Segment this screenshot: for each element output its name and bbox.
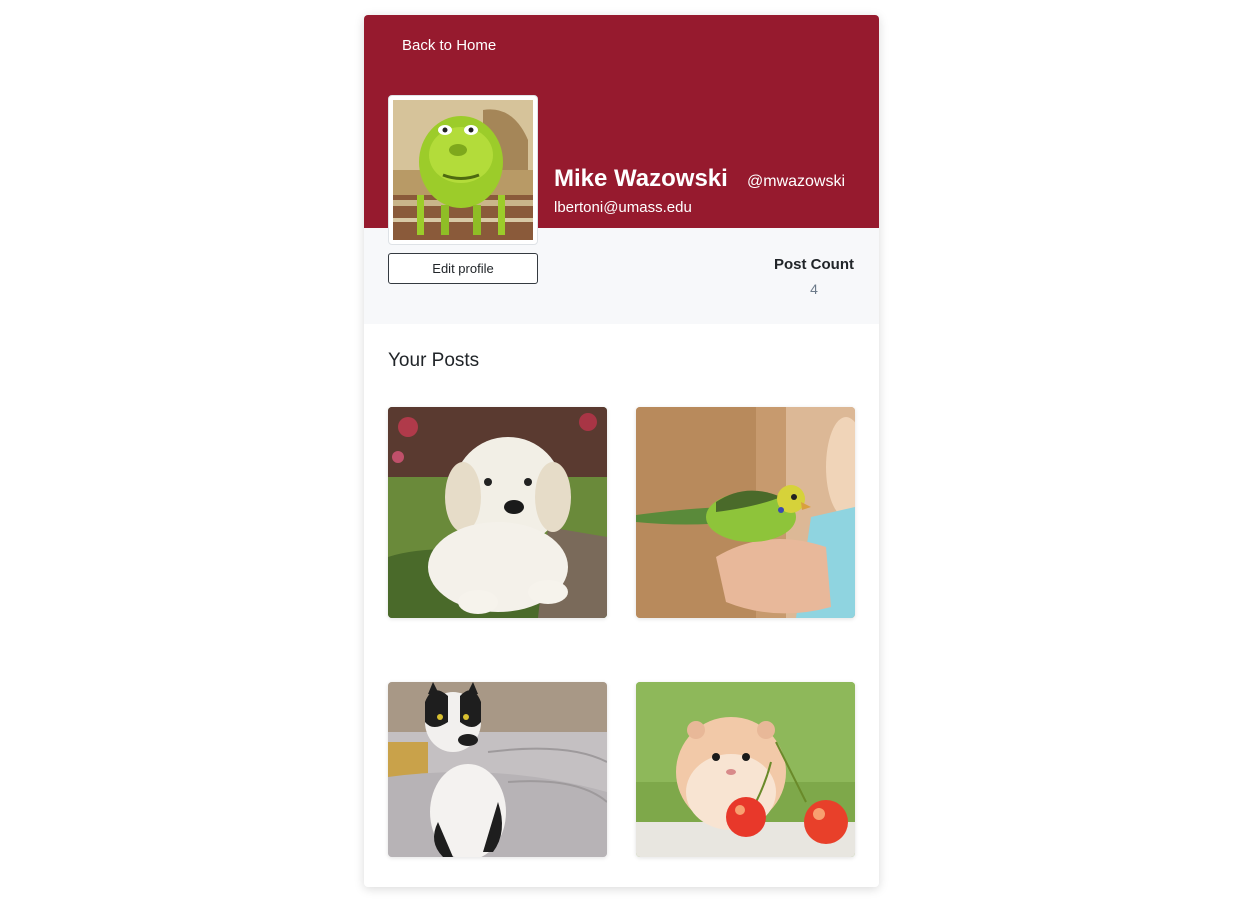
back-to-home-link[interactable]: Back to Home <box>402 37 496 54</box>
budgie-on-hand-photo <box>636 407 855 618</box>
profile-card: Back to Home Mike Wazowski @mwazowski lb… <box>364 15 879 887</box>
hamster-with-cherries-photo <box>636 682 855 857</box>
golden-retriever-puppy-photo <box>388 407 607 618</box>
avatar-image <box>393 100 533 240</box>
post-count-value: 4 <box>810 281 818 297</box>
profile-handle: @mwazowski <box>747 173 846 190</box>
your-posts-heading: Your Posts <box>388 350 480 371</box>
post-thumbnail-cat[interactable] <box>388 682 607 857</box>
profile-email: lbertoni@umass.edu <box>554 199 692 216</box>
edit-profile-button[interactable]: Edit profile <box>388 253 538 284</box>
avatar <box>388 95 538 245</box>
post-count-label: Post Count <box>774 256 854 273</box>
black-white-cat-photo <box>388 682 607 857</box>
post-thumbnail-budgie[interactable] <box>636 407 855 618</box>
post-thumbnail-puppy[interactable] <box>388 407 607 618</box>
post-thumbnail-hamster[interactable] <box>636 682 855 857</box>
profile-name: Mike Wazowski <box>554 165 728 192</box>
